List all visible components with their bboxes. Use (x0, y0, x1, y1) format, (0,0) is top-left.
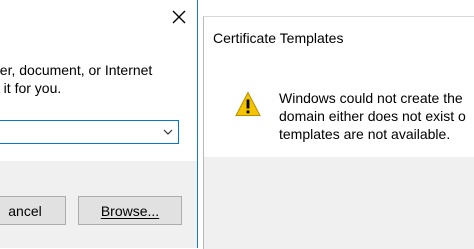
run-dialog: der, document, or Internet a it for you.… (0, 0, 198, 248)
open-combobox[interactable] (0, 120, 179, 144)
cancel-button-label: ancel (8, 202, 42, 219)
open-input[interactable] (3, 121, 157, 143)
run-description-line: der, document, or Internet (0, 62, 153, 78)
close-button[interactable] (166, 4, 192, 30)
browse-button[interactable]: Browse... (78, 196, 182, 225)
chevron-down-icon[interactable] (162, 126, 174, 138)
certificate-templates-dialog: Certificate Templates Windows could not … (203, 16, 474, 249)
run-description-line: a it for you. (0, 80, 62, 96)
dialog-title: Certificate Templates (213, 30, 344, 46)
cancel-button[interactable]: ancel (0, 196, 66, 225)
warning-icon (235, 91, 261, 116)
error-message-line: Windows could not create the (279, 90, 463, 106)
close-icon (172, 10, 186, 24)
error-message-line: templates are not available. (279, 126, 451, 142)
error-message: Windows could not create the domain eith… (279, 89, 466, 143)
browse-button-label: Browse... (100, 202, 160, 219)
error-message-line: domain either does not exist o (279, 108, 466, 124)
run-description: der, document, or Internet a it for you. (0, 61, 197, 97)
dialog-footer (204, 157, 474, 249)
